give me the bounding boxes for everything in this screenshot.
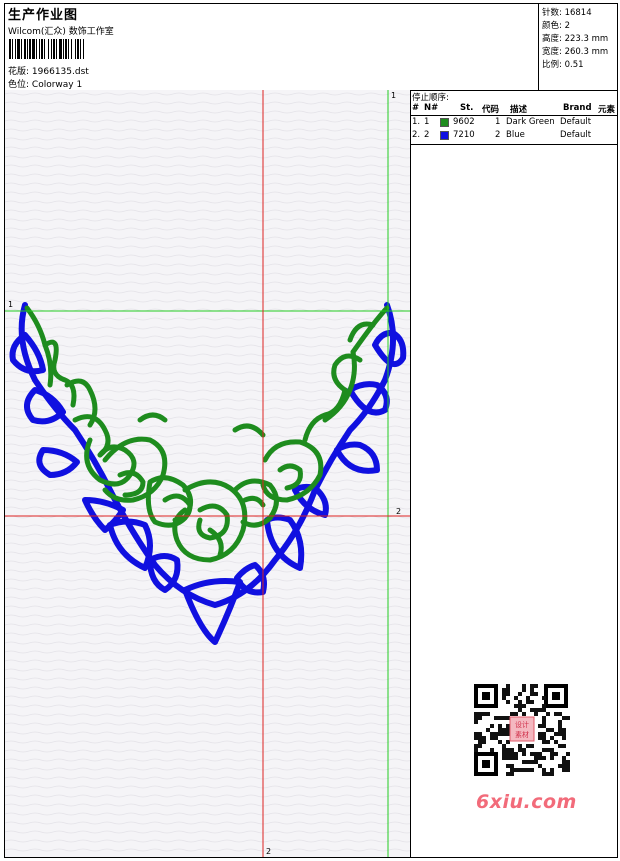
barcode-bar	[83, 39, 84, 59]
colorway-name: Colorway 1	[31, 80, 83, 90]
qr-badge-bottom: 素材	[515, 730, 529, 739]
color-swatch-green	[440, 118, 449, 127]
design-height: 高度: 223.3 mm	[542, 34, 609, 44]
col-needle: N#	[424, 103, 439, 113]
col-stitches: St.	[460, 103, 474, 113]
col-brand: Brand	[563, 103, 592, 113]
guide-label-horizontal-green: 1	[8, 300, 14, 309]
colorway-line: 色位: Colorway 1	[8, 77, 82, 90]
qr-badge-top: 设计	[515, 720, 529, 729]
col-description: 描述	[510, 105, 528, 115]
color-count: 颜色: 2	[542, 21, 570, 31]
col-element: 元素	[598, 105, 616, 115]
barcode	[9, 39, 141, 59]
table-row: 1. 1 9602 1 Dark Green Default	[412, 117, 592, 127]
design-label: 花版:	[8, 67, 30, 77]
stitch-count: 针数: 16814	[542, 8, 592, 18]
design-file-name: 1966135.dst	[31, 67, 89, 77]
col-code: 代码	[482, 105, 500, 115]
guide-label-vertical-red: 2	[266, 847, 272, 856]
table-row: 2. 2 7210 2 Blue Default	[412, 130, 592, 140]
table-header: # N# St. 代码 描述 Brand 元素	[410, 102, 617, 116]
design-width: 宽度: 260.3 mm	[542, 47, 609, 57]
design-preview-canvas: 1 1 2 2	[5, 90, 411, 857]
stop-sequence-table: # N# St. 代码 描述 Brand 元素 1. 1 9602 1 Dark…	[410, 102, 617, 142]
stats-box: 针数: 16814 颜色: 2 高度: 223.3 mm 宽度: 260.3 m…	[538, 4, 618, 90]
page-title: 生产作业图	[8, 8, 79, 23]
color-swatch-blue	[440, 131, 449, 140]
col-num: #	[412, 103, 420, 113]
company-name: Wilcom(汇众) 数饰工作室	[8, 27, 114, 37]
site-watermark: 6xiu.com	[476, 791, 577, 813]
embroidery-preview	[5, 90, 410, 857]
design-file-line: 花版: 1966135.dst	[8, 64, 89, 77]
worksheet-header: 生产作业图 Wilcom(汇众) 数饰工作室 花版: 1966135.dst 色…	[5, 4, 617, 91]
qr-code: 设计 素材	[466, 680, 576, 780]
colorway-label: 色位:	[8, 80, 30, 90]
guide-label-vertical-green: 1	[391, 91, 397, 100]
guide-label-horizontal-red: 2	[396, 507, 402, 516]
qr-code-graphic: 设计 素材	[474, 684, 570, 776]
panel-divider	[410, 144, 617, 145]
design-scale: 比例: 0.51	[542, 60, 584, 70]
